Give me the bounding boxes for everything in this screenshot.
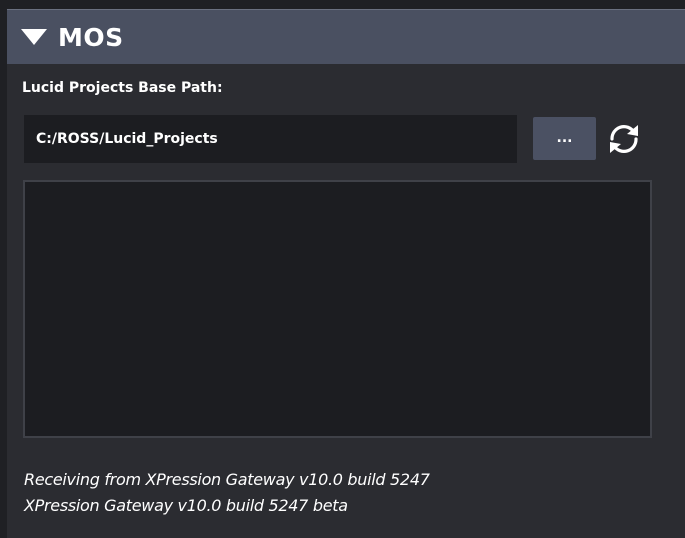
collapse-caret-icon[interactable]: [21, 29, 47, 45]
mos-panel: MOS Lucid Projects Base Path: C:/ROSS/Lu…: [0, 0, 685, 538]
browse-button[interactable]: ...: [533, 117, 596, 160]
status-line-receiving: Receiving from XPression Gateway v10.0 b…: [24, 470, 430, 489]
project-list[interactable]: [23, 180, 652, 438]
left-border: [0, 0, 7, 538]
status-line-gateway-version: XPression Gateway v10.0 build 5247 beta: [24, 496, 348, 515]
base-path-field[interactable]: C:/ROSS/Lucid_Projects: [24, 115, 517, 163]
section-title: MOS: [58, 22, 124, 52]
base-path-label: Lucid Projects Base Path:: [22, 80, 223, 96]
top-border: [0, 0, 685, 9]
section-header[interactable]: MOS: [7, 9, 685, 64]
refresh-icon[interactable]: [605, 120, 643, 158]
